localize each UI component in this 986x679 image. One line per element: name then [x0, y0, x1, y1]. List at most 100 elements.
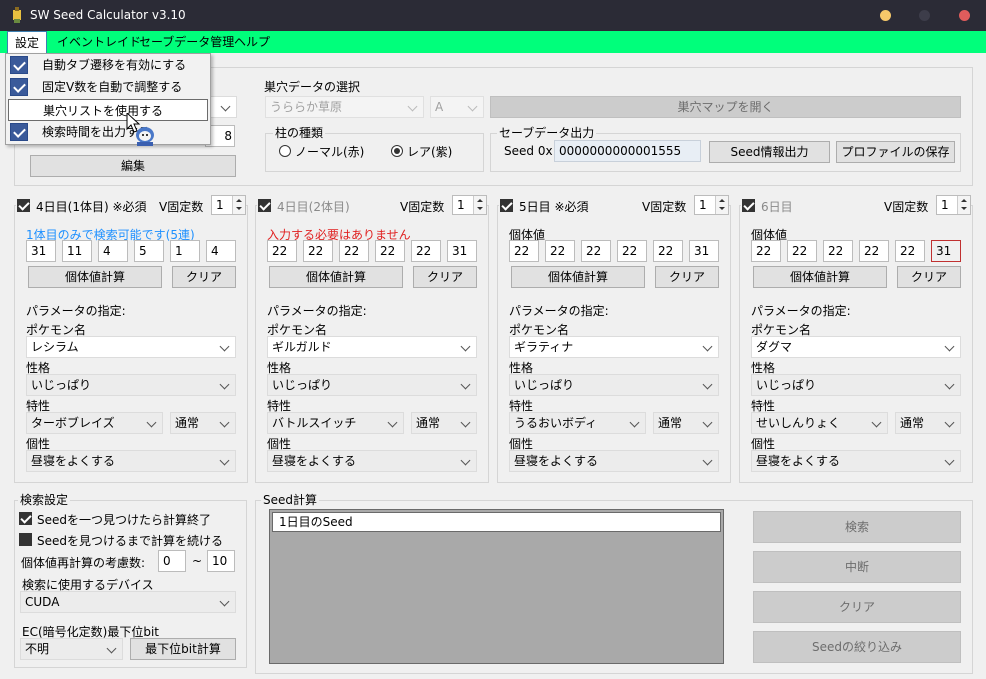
ability-type-combo[interactable]: 通常 [170, 412, 236, 434]
iv-input[interactable]: 22 [545, 240, 575, 262]
seed-info-button[interactable]: Seed情報出力 [709, 141, 830, 163]
iv-input[interactable]: 22 [411, 240, 441, 262]
den-map-button[interactable]: 巣穴マップを開く [490, 96, 961, 118]
edit-button[interactable]: 編集 [30, 155, 236, 177]
den-place-combo[interactable]: うららか草原 [265, 96, 424, 118]
dropdown-use-den-list[interactable]: 巣穴リストを使用する [8, 99, 208, 121]
characteristic-combo[interactable]: 昼寝をよくする [509, 450, 719, 472]
iv-input[interactable]: 22 [895, 240, 925, 262]
dropdown-auto-vfix[interactable]: 固定V数を自動で調整する [6, 76, 210, 98]
iv-input[interactable]: 22 [375, 240, 405, 262]
maximize-button[interactable] [919, 10, 930, 21]
nature-combo[interactable]: いじっぱり [509, 374, 719, 396]
pillar-normal-radio[interactable] [279, 145, 291, 157]
stop-on-find-checkbox[interactable] [19, 512, 32, 525]
spinner-arrows-icon[interactable] [232, 196, 245, 214]
iv-input[interactable]: 22 [823, 240, 853, 262]
characteristic-combo[interactable]: 昼寝をよくする [751, 450, 961, 472]
recalc-from-input[interactable]: 0 [158, 550, 186, 572]
den-rank-combo[interactable]: A [430, 96, 484, 118]
iv-input[interactable]: 1 [170, 240, 200, 262]
clear-results-button[interactable]: クリア [753, 591, 961, 623]
seed-list-header[interactable]: 1日目のSeed [272, 512, 721, 532]
iv-input[interactable]: 22 [653, 240, 683, 262]
search-button[interactable]: 検索 [753, 511, 961, 543]
vfix-spinner[interactable]: 1 [452, 195, 487, 215]
device-combo[interactable]: CUDA [20, 591, 236, 613]
iv-input[interactable]: 5 [134, 240, 164, 262]
iv-clear-button[interactable]: クリア [413, 266, 477, 288]
seed-result-list[interactable]: 1日目のSeed [269, 509, 724, 664]
iv-input[interactable]: 31 [447, 240, 477, 262]
ability-combo[interactable]: うるおいボディ [509, 412, 646, 434]
iv-calc-button[interactable]: 個体値計算 [269, 266, 403, 288]
recalc-label: 個体値再計算の考慮数: [21, 556, 146, 570]
iv-input[interactable]: 22 [339, 240, 369, 262]
ec-combo[interactable]: 不明 [20, 638, 123, 660]
ability-type-combo[interactable]: 通常 [653, 412, 719, 434]
iv-clear-button[interactable]: クリア [655, 266, 719, 288]
nature-combo[interactable]: いじっぱり [751, 374, 961, 396]
iv-input[interactable]: 22 [859, 240, 889, 262]
pokemon-combo[interactable]: ギラティナ [509, 336, 719, 358]
den-left-combo[interactable] [210, 96, 237, 118]
nature-combo[interactable]: いじっぱり [267, 374, 477, 396]
ability-type-combo[interactable]: 通常 [895, 412, 961, 434]
vfix-label: V固定数 [642, 200, 687, 214]
menu-help[interactable]: ヘルプ [227, 31, 277, 53]
spinner-arrows-icon[interactable] [715, 196, 728, 214]
vfix-spinner[interactable]: 1 [694, 195, 729, 215]
characteristic-combo[interactable]: 昼寝をよくする [26, 450, 236, 472]
iv-input[interactable]: 31 [689, 240, 719, 262]
iv-input[interactable]: 22 [617, 240, 647, 262]
recalc-to-input[interactable]: 10 [207, 550, 235, 572]
ability-combo[interactable]: バトルスイッチ [267, 412, 404, 434]
dropdown-output-time[interactable]: 検索時間を出力する [6, 121, 210, 143]
save-profile-button[interactable]: プロファイルの保存 [836, 141, 955, 163]
iv-input[interactable]: 22 [751, 240, 781, 262]
day-column-checkbox[interactable] [742, 199, 755, 212]
vfix-spinner[interactable]: 1 [211, 195, 246, 215]
nature-combo[interactable]: いじっぱり [26, 374, 236, 396]
day-column-title: 5日目 ※必須 [519, 200, 589, 214]
iv-calc-button[interactable]: 個体値計算 [511, 266, 645, 288]
minimize-button[interactable] [880, 10, 891, 21]
iv-input[interactable]: 22 [267, 240, 297, 262]
dropdown-auto-tab[interactable]: 自動タブ遷移を有効にする [6, 54, 210, 76]
iv-input[interactable]: 31 [931, 240, 961, 262]
narrow-seed-button[interactable]: Seedの絞り込み [753, 631, 961, 663]
spinner-arrows-icon[interactable] [957, 196, 970, 214]
iv-input[interactable]: 11 [62, 240, 92, 262]
vfix-spinner[interactable]: 1 [936, 195, 971, 215]
day-column-checkbox[interactable] [17, 199, 30, 212]
iv-clear-button[interactable]: クリア [172, 266, 236, 288]
characteristic-combo[interactable]: 昼寝をよくする [267, 450, 477, 472]
ec-calc-button[interactable]: 最下位bit計算 [130, 638, 236, 660]
seed-output-field[interactable]: 0000000000001555 [554, 140, 701, 162]
spinner-arrows-icon[interactable] [473, 196, 486, 214]
continue-until-find-checkbox[interactable] [19, 533, 32, 546]
abort-button[interactable]: 中断 [753, 551, 961, 583]
iv-input[interactable]: 4 [98, 240, 128, 262]
menu-save-data[interactable]: セーブデータ管理 [132, 31, 241, 53]
pillar-rare-radio[interactable] [391, 145, 403, 157]
iv-input[interactable]: 22 [509, 240, 539, 262]
pokemon-combo[interactable]: ギルガルド [267, 336, 477, 358]
iv-calc-button[interactable]: 個体値計算 [28, 266, 162, 288]
day-column-checkbox[interactable] [258, 199, 271, 212]
iv-clear-button[interactable]: クリア [897, 266, 961, 288]
iv-input[interactable]: 22 [787, 240, 817, 262]
ability-type-combo[interactable]: 通常 [411, 412, 477, 434]
ability-combo[interactable]: ターボブレイズ [26, 412, 163, 434]
pokemon-combo[interactable]: ダグマ [751, 336, 961, 358]
menu-settings[interactable]: 設定 [7, 31, 48, 54]
iv-input[interactable]: 22 [581, 240, 611, 262]
ability-combo[interactable]: せいしんりょく [751, 412, 888, 434]
iv-input[interactable]: 4 [206, 240, 236, 262]
iv-input[interactable]: 31 [26, 240, 56, 262]
close-button[interactable] [959, 10, 970, 21]
pokemon-combo[interactable]: レシラム [26, 336, 236, 358]
iv-input[interactable]: 22 [303, 240, 333, 262]
iv-calc-button[interactable]: 個体値計算 [753, 266, 887, 288]
day-column-checkbox[interactable] [500, 199, 513, 212]
